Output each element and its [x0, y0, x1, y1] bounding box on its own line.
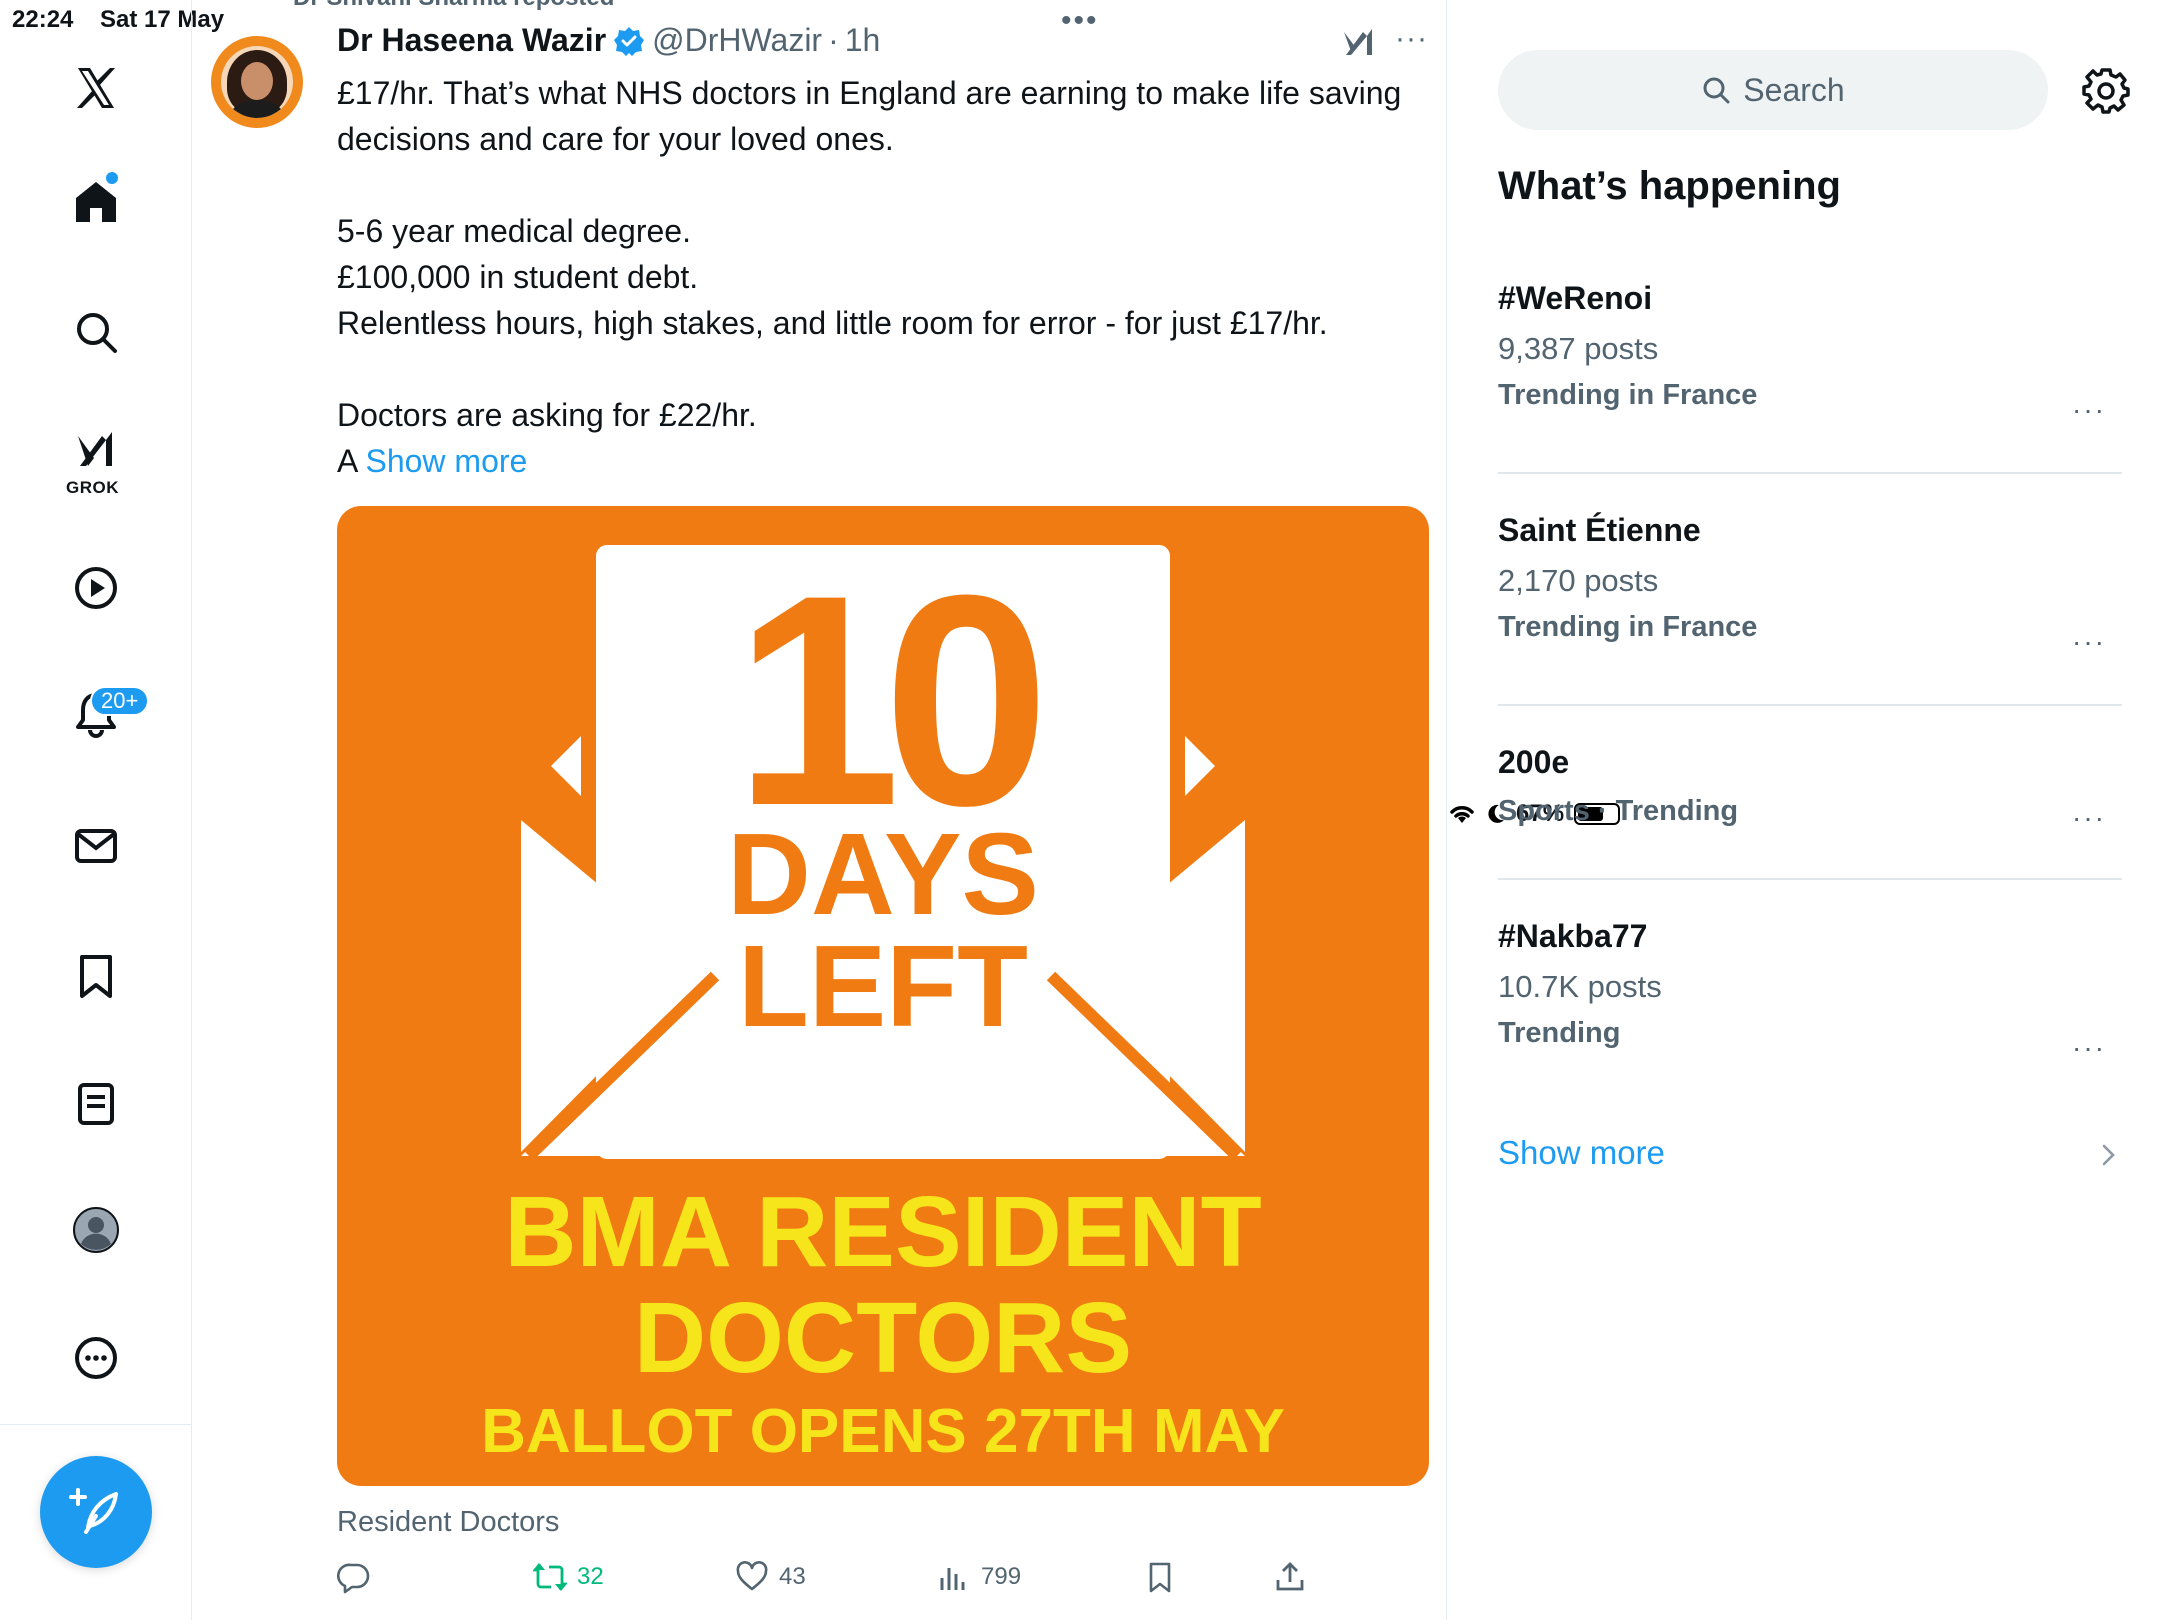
author-name[interactable]: Dr Haseena Wazir: [337, 22, 606, 59]
trend-item[interactable]: #Nakba77 10.7K posts Trending ···: [1498, 918, 2122, 1063]
tweet-text-line: Relentless hours, high stakes, and littl…: [337, 305, 1328, 341]
media-caption[interactable]: Resident Doctors: [337, 1506, 559, 1539]
bookmark-tweet-button[interactable]: [1143, 1560, 1177, 1594]
reply-button[interactable]: [337, 1560, 371, 1594]
search-placeholder: Search: [1743, 71, 1845, 108]
trend-item[interactable]: Saint Étienne 2,170 posts Trending in Fr…: [1498, 512, 2122, 657]
home-unread-dot: [106, 172, 118, 184]
grok-explain-icon[interactable]: [1341, 26, 1377, 62]
whats-happening-title: What’s happening: [1498, 164, 1841, 208]
tweet-more-icon[interactable]: ···: [1395, 22, 1428, 56]
retweet-count: 32: [577, 1563, 604, 1590]
mail-icon[interactable]: [72, 822, 120, 870]
like-count: 43: [779, 1563, 806, 1590]
trend-context: Trending in France: [1498, 379, 1758, 411]
heart-icon: [736, 1561, 768, 1591]
trend-divider: [1498, 878, 2122, 880]
trend-context: Trending in France: [1498, 611, 1758, 643]
retweet-button[interactable]: 32: [533, 1560, 604, 1594]
trend-name: Saint Étienne: [1498, 512, 1701, 548]
tweet-text-line: £17/hr. That’s what NHS doctors in Engla…: [337, 75, 1402, 157]
lists-icon[interactable]: [72, 1080, 120, 1128]
share-icon: [1276, 1562, 1304, 1591]
tweet-actions: 32 43 799: [337, 1560, 1437, 1610]
meta-separator: ·: [828, 22, 839, 58]
trend-name: #Nakba77: [1498, 918, 1648, 954]
countdown-left: LEFT: [738, 921, 1028, 1051]
trend-divider: [1498, 472, 2122, 474]
tweet-media-image[interactable]: 10 DAYS LEFT BMA RESIDENT DOCTORS BALLOT…: [337, 506, 1429, 1486]
views-button[interactable]: 799: [937, 1560, 1021, 1594]
countdown-days: DAYS: [727, 809, 1039, 939]
search-input[interactable]: Search: [1498, 50, 2048, 130]
tweet-truncated-line: A Show more: [337, 438, 1417, 484]
trend-post-count: 9,387 posts: [1498, 331, 1659, 366]
avatar-photo: [221, 46, 293, 118]
grok-icon[interactable]: [72, 428, 120, 476]
author-avatar[interactable]: [211, 36, 303, 128]
trend-context: Trending: [1498, 1017, 1621, 1049]
tweet-text-line: £100,000 in student debt.: [337, 259, 699, 295]
ballot-graphic: 10 DAYS LEFT BMA RESIDENT DOCTORS BALLOT…: [481, 532, 1285, 1466]
tweet-text-line: Doctors are asking for £22/hr.: [337, 397, 757, 433]
tweet-text: £17/hr. That’s what NHS doctors in Engla…: [337, 70, 1417, 484]
chevron-right-icon: [2102, 1144, 2115, 1166]
timeline-column: Dr Shivani Sharma reposted ••• Dr Haseen…: [193, 0, 1447, 1620]
trends-show-more-link[interactable]: Show more: [1498, 1134, 1665, 1172]
search-small-icon: [1703, 77, 1730, 104]
x-logo-icon[interactable]: [72, 64, 120, 112]
grok-label: GROK: [66, 478, 119, 497]
envelope-left-tab: [551, 736, 581, 796]
bookmark-outline-icon: [1149, 1562, 1171, 1593]
ballot-opens-line: BALLOT OPENS 27TH MAY: [481, 1397, 1285, 1466]
headline-bma: BMA RESIDENT: [504, 1176, 1261, 1288]
trend-more-icon[interactable]: ···: [2072, 394, 2106, 426]
pull-handle-dots: •••: [1061, 4, 1099, 37]
bookmark-icon[interactable]: [72, 952, 120, 1000]
trend-item[interactable]: 200e Sports · Trending ···: [1498, 744, 2122, 833]
like-button[interactable]: 43: [735, 1560, 806, 1594]
home-icon[interactable]: [72, 178, 120, 226]
share-button[interactable]: [1273, 1560, 1307, 1594]
trend-name: #WeRenoi: [1498, 280, 1653, 316]
more-options-icon[interactable]: [72, 1334, 120, 1382]
right-sidebar: Search What’s happening #WeRenoi 9,387 p…: [1448, 0, 2160, 1620]
gear-icon[interactable]: [2082, 66, 2130, 114]
search-icon[interactable]: [72, 308, 120, 356]
trend-divider: [1498, 704, 2122, 706]
trend-item[interactable]: #WeRenoi 9,387 posts Trending in France …: [1498, 280, 2122, 425]
trend-post-count: 10.7K posts: [1498, 969, 1662, 1004]
tweet-text-line: 5-6 year medical degree.: [337, 213, 691, 249]
trend-name: 200e: [1498, 744, 1570, 780]
tweet-author-line: Dr Haseena Wazir @DrHWazir · 1h: [337, 22, 880, 59]
views-count: 799: [981, 1563, 1022, 1590]
headline-doctors: DOCTORS: [634, 1282, 1132, 1394]
tweet-timestamp[interactable]: 1h: [845, 22, 881, 59]
trend-post-count: 2,170 posts: [1498, 563, 1659, 598]
envelope-right-tab: [1185, 736, 1215, 796]
tweet-truncated-prefix: A: [337, 443, 366, 479]
show-more-link[interactable]: Show more: [365, 443, 527, 479]
video-icon[interactable]: [72, 564, 120, 612]
avatar-face: [241, 62, 273, 100]
profile-avatar-icon[interactable]: [72, 1206, 120, 1254]
left-navigation: GROK 20+: [0, 0, 192, 1620]
reply-icon: [337, 1563, 370, 1594]
nav-divider: [0, 1424, 192, 1425]
trend-more-icon[interactable]: ···: [2072, 802, 2106, 834]
repost-indicator: Dr Shivani Sharma reposted: [293, 0, 614, 12]
notifications-badge: 20+: [90, 686, 150, 716]
trend-more-icon[interactable]: ···: [2072, 1032, 2106, 1064]
compose-feather-icon: [69, 1488, 118, 1534]
compose-post-button[interactable]: [40, 1456, 152, 1568]
author-handle[interactable]: @DrHWazir: [652, 22, 822, 59]
verified-badge-icon: [614, 26, 645, 56]
trend-context: Sports · Trending: [1498, 795, 1739, 827]
retweet-icon: [533, 1563, 567, 1591]
trend-more-icon[interactable]: ···: [2072, 626, 2106, 658]
views-chart-icon: [940, 1568, 965, 1590]
